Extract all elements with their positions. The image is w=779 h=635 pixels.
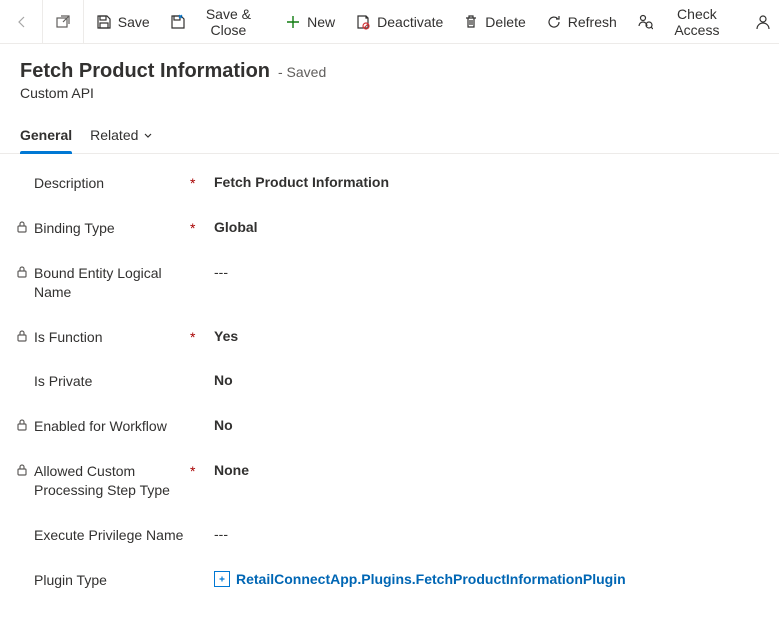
trash-icon <box>463 14 479 30</box>
open-new-window-button[interactable] <box>45 0 81 44</box>
field-label: Description <box>34 174 104 193</box>
tab-general[interactable]: General <box>20 119 72 153</box>
required-indicator <box>190 264 214 266</box>
save-close-icon <box>170 14 186 30</box>
chevron-down-icon <box>142 129 154 141</box>
delete-label: Delete <box>485 14 525 30</box>
required-indicator: * <box>190 174 214 190</box>
tab-list: General Related <box>0 119 779 154</box>
deactivate-icon <box>355 14 371 30</box>
deactivate-label: Deactivate <box>377 14 443 30</box>
field-value[interactable]: No <box>214 372 233 388</box>
refresh-button[interactable]: Refresh <box>536 0 627 44</box>
toolbar-divider <box>42 0 43 44</box>
assign-button[interactable] <box>745 0 775 44</box>
field-label: Is Private <box>34 372 92 391</box>
field-description: Description * Fetch Product Information <box>10 174 759 193</box>
field-label: Plugin Type <box>34 571 107 590</box>
toolbar-divider <box>83 0 84 44</box>
refresh-icon <box>546 14 562 30</box>
open-new-window-icon <box>55 14 71 30</box>
lock-icon <box>16 463 30 477</box>
field-execute-privilege: Execute Privilege Name --- <box>10 526 759 545</box>
field-label: Enabled for Workflow <box>34 417 167 436</box>
required-indicator <box>190 372 214 374</box>
save-close-button[interactable]: Save & Close <box>160 0 275 44</box>
save-label: Save <box>118 14 150 30</box>
required-indicator <box>190 417 214 419</box>
required-indicator <box>190 571 214 573</box>
check-access-button[interactable]: Check Access <box>627 0 745 44</box>
field-binding-type: Binding Type * Global <box>10 219 759 238</box>
field-label: Execute Privilege Name <box>34 526 183 545</box>
back-button[interactable] <box>4 0 40 44</box>
field-value[interactable]: Fetch Product Information <box>214 174 389 190</box>
person-icon <box>755 14 771 30</box>
required-indicator: * <box>190 219 214 235</box>
plugin-icon <box>214 571 230 587</box>
new-label: New <box>307 14 335 30</box>
record-header: Fetch Product Information - Saved Custom… <box>0 44 779 109</box>
field-plugin-type: Plugin Type RetailConnectApp.Plugins.Fet… <box>10 571 759 590</box>
field-bound-entity: Bound Entity Logical Name --- <box>10 264 759 302</box>
field-value: --- <box>214 264 228 280</box>
field-value: No <box>214 417 233 433</box>
field-value: None <box>214 462 249 478</box>
field-is-private: Is Private No <box>10 372 759 391</box>
deactivate-button[interactable]: Deactivate <box>345 0 453 44</box>
field-value[interactable]: RetailConnectApp.Plugins.FetchProductInf… <box>214 571 626 587</box>
command-bar: Save Save & Close New Deactivate Delete … <box>0 0 779 44</box>
page-title: Fetch Product Information <box>20 60 270 83</box>
check-access-label: Check Access <box>659 6 735 38</box>
delete-button[interactable]: Delete <box>453 0 535 44</box>
entity-name: Custom API <box>20 85 759 101</box>
lock-icon <box>16 418 30 432</box>
field-enabled-workflow: Enabled for Workflow No <box>10 417 759 436</box>
field-allowed-custom: Allowed Custom Processing Step Type * No… <box>10 462 759 500</box>
plugin-type-text: RetailConnectApp.Plugins.FetchProductInf… <box>236 571 626 587</box>
plugin-type-link[interactable]: RetailConnectApp.Plugins.FetchProductInf… <box>214 571 626 587</box>
field-label: Allowed Custom Processing Step Type <box>34 462 190 500</box>
field-value: Global <box>214 219 258 235</box>
refresh-label: Refresh <box>568 14 617 30</box>
required-indicator: * <box>190 462 214 478</box>
lock-icon <box>16 220 30 234</box>
lock-icon <box>16 329 30 343</box>
form-general: Description * Fetch Product Information … <box>0 154 779 626</box>
tab-related-label: Related <box>90 127 138 143</box>
lock-icon <box>16 265 30 279</box>
required-indicator: * <box>190 328 214 344</box>
field-label: Bound Entity Logical Name <box>34 264 190 302</box>
field-label: Binding Type <box>34 219 115 238</box>
check-access-icon <box>637 14 653 30</box>
save-button[interactable]: Save <box>86 0 160 44</box>
arrow-left-icon <box>14 14 30 30</box>
save-status: - Saved <box>278 64 326 80</box>
new-button[interactable]: New <box>275 0 345 44</box>
required-indicator <box>190 526 214 528</box>
save-close-label: Save & Close <box>192 6 265 38</box>
field-is-function: Is Function * Yes <box>10 328 759 347</box>
save-icon <box>96 14 112 30</box>
tab-general-label: General <box>20 127 72 143</box>
field-value: Yes <box>214 328 238 344</box>
plus-icon <box>285 14 301 30</box>
tab-related[interactable]: Related <box>90 119 154 153</box>
field-label: Is Function <box>34 328 102 347</box>
field-value[interactable]: --- <box>214 526 228 542</box>
